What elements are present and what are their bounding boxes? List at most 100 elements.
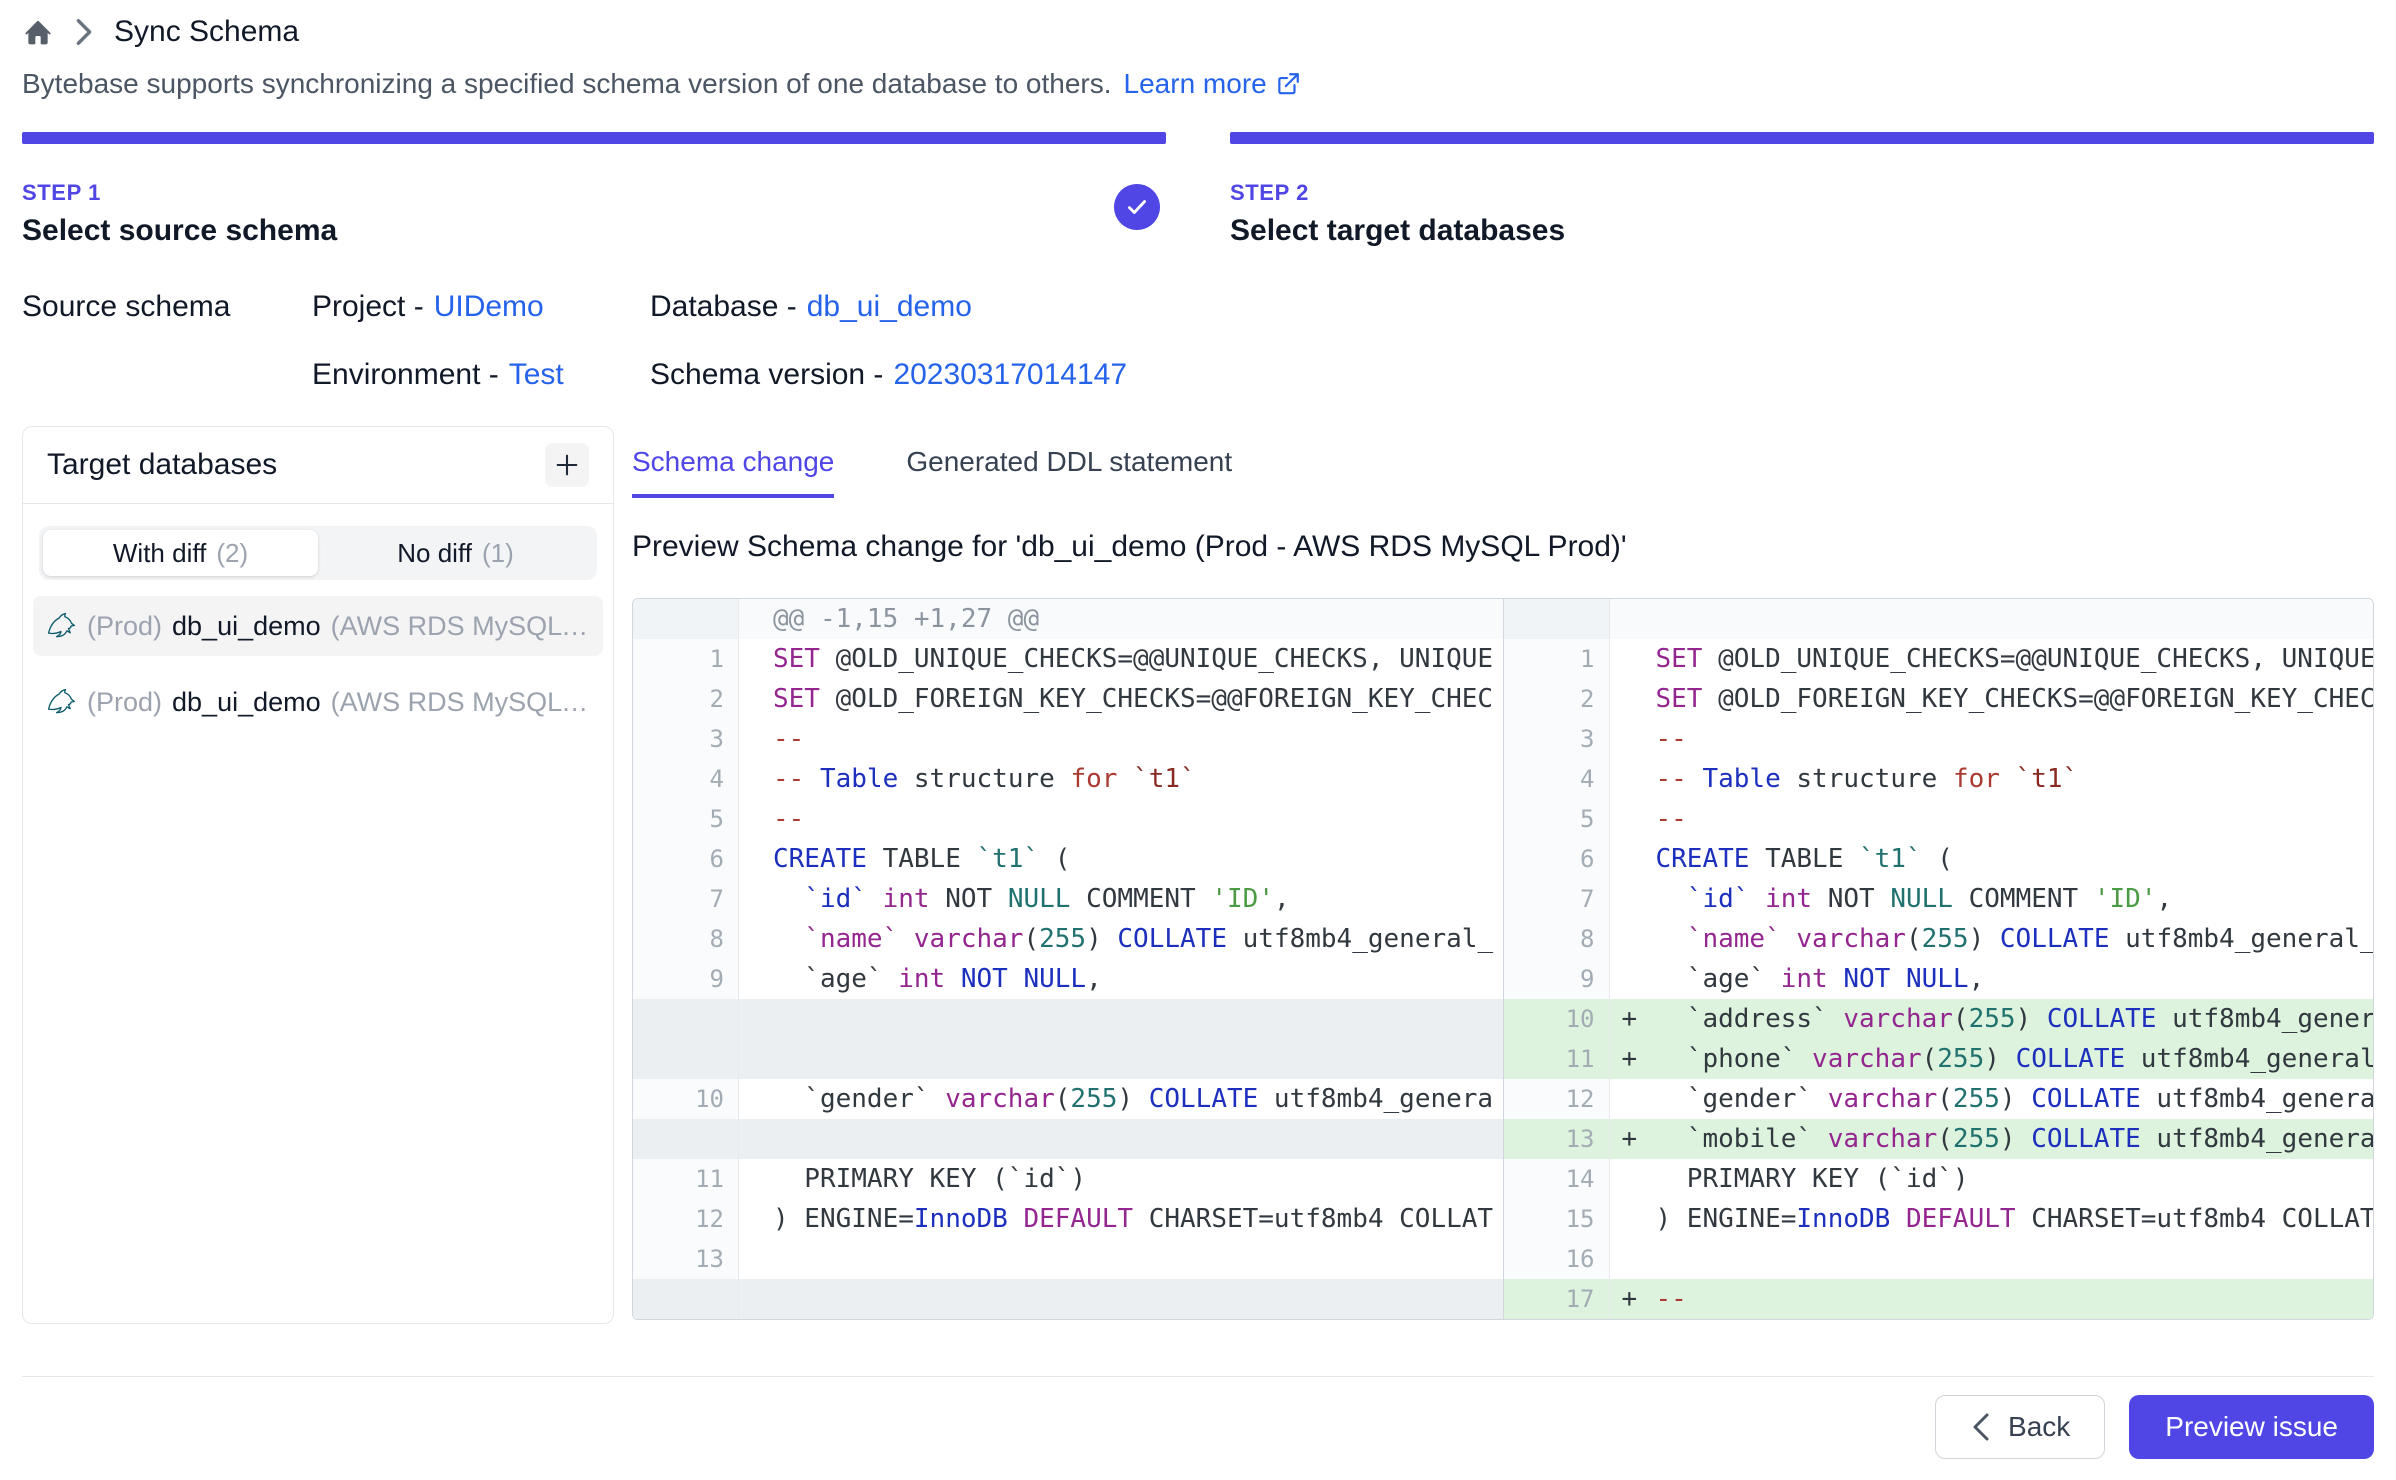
mysql-dolphin-icon [45,610,77,642]
code-line [1610,599,2374,639]
diff-section: Schema change Generated DDL statement Pr… [632,426,2374,1320]
line-number: 8 [633,919,739,959]
code-line: ) ENGINE=InnoDB DEFAULT CHARSET=utf8mb4 … [739,1199,1503,1239]
tab-with-diff[interactable]: With diff (2) [43,530,318,576]
line-number [633,599,739,639]
code-line: -- [1610,719,2374,759]
line-number: 17 [1503,1279,1610,1319]
line-number: 3 [633,719,739,759]
code-line: SET @OLD_FOREIGN_KEY_CHECKS=@@FOREIGN_KE… [1610,679,2374,719]
code-line [739,1239,1503,1279]
step-1-completed-badge [1114,184,1160,230]
line-number: 5 [1503,799,1610,839]
tab-generated-ddl[interactable]: Generated DDL statement [906,446,1232,498]
line-number: 15 [1503,1199,1610,1239]
line-number: 2 [1503,679,1610,719]
code-line: CREATE TABLE `t1` ( [739,839,1503,879]
step-1-label: STEP 1 [22,180,1166,206]
diff-row: 12) ENGINE=InnoDB DEFAULT CHARSET=utf8mb… [633,1199,2373,1239]
code-line [739,1039,1503,1079]
description-text: Bytebase supports synchronizing a specif… [22,68,1112,100]
code-line [1610,1239,2374,1279]
page-description: Bytebase supports synchronizing a specif… [22,68,2374,100]
step-2-progress-bar [1230,132,2374,144]
content-tabs: Schema change Generated DDL statement [632,446,2374,498]
line-number: 5 [633,799,739,839]
diff-row: 1SET @OLD_UNIQUE_CHECKS=@@UNIQUE_CHECKS,… [633,639,2373,679]
code-line: CREATE TABLE `t1` ( [1610,839,2374,879]
step-2: STEP 2 Select target databases [1230,132,2374,248]
code-line: `age` int NOT NULL, [1610,959,2374,999]
check-icon [1123,193,1151,221]
code-line: `name` varchar(255) COLLATE utf8mb4_gene… [739,919,1503,959]
code-line: `gender` varchar(255) COLLATE utf8mb4_ge… [739,1079,1503,1119]
line-number: 1 [1503,639,1610,679]
code-line: `id` int NOT NULL COMMENT 'ID', [1610,879,2374,919]
line-number [633,1039,739,1079]
step-2-title: Select target databases [1230,214,2374,248]
home-icon[interactable] [22,16,54,48]
line-number: 4 [1503,759,1610,799]
code-line: SET @OLD_UNIQUE_CHECKS=@@UNIQUE_CHECKS, … [739,639,1503,679]
add-target-database-button[interactable] [545,443,589,487]
breadcrumb-chevron-icon [74,17,94,47]
line-number [633,999,739,1039]
code-line: -- [739,719,1503,759]
line-number: 13 [633,1239,739,1279]
target-databases-panel: Target databases With diff (2) No diff (… [22,426,614,1324]
code-line: SET @OLD_FOREIGN_KEY_CHECKS=@@FOREIGN_KE… [739,679,1503,719]
code-line: -- Table structure for `t1` [1610,759,2374,799]
line-number: 14 [1503,1159,1610,1199]
breadcrumb: Sync Schema [22,0,2374,48]
target-db-item-2[interactable]: (Prod) db_ui_demo (AWS RDS MySQL Prod) [33,672,603,732]
preview-issue-button[interactable]: Preview issue [2129,1395,2374,1459]
code-line: ) ENGINE=InnoDB DEFAULT CHARSET=utf8mb4 … [1610,1199,2374,1239]
environment-link[interactable]: Test [509,358,564,391]
code-line: `age` int NOT NULL, [739,959,1503,999]
database-link[interactable]: db_ui_demo [807,290,972,323]
diff-viewer[interactable]: @@ -1,15 +1,27 @@1SET @OLD_UNIQUE_CHECKS… [632,598,2374,1320]
diff-row: 7 `id` int NOT NULL COMMENT 'ID',7 `id` … [633,879,2373,919]
line-number: 12 [1503,1079,1610,1119]
diff-row: 9 `age` int NOT NULL,9 `age` int NOT NUL… [633,959,2373,999]
code-line: `gender` varchar(255) COLLATE utf8mb4_ge… [1610,1079,2374,1119]
line-number: 1 [633,639,739,679]
source-field-environment: Environment -Test [312,358,650,392]
schema-version-link[interactable]: 20230317014147 [893,358,1127,391]
diff-row: 4-- Table structure for `t1`4-- Table st… [633,759,2373,799]
tab-schema-change[interactable]: Schema change [632,446,834,498]
step-2-label: STEP 2 [1230,180,2374,206]
code-line: --+ [1610,1279,2374,1319]
learn-more-link[interactable]: Learn more [1124,68,1301,100]
tab-no-diff[interactable]: No diff (1) [318,530,593,576]
diff-row: 6CREATE TABLE `t1` (6CREATE TABLE `t1` ( [633,839,2373,879]
plus-marker: + [1622,1119,1638,1159]
line-number: 11 [1503,1039,1610,1079]
diff-filter-segmented-control: With diff (2) No diff (1) [39,526,597,580]
target-db-item-1[interactable]: (Prod) db_ui_demo (AWS RDS MySQL Prod) [33,596,603,656]
code-line: -- [739,799,1503,839]
line-number [633,1119,739,1159]
diff-row: 10 `gender` varchar(255) COLLATE utf8mb4… [633,1079,2373,1119]
line-number: 8 [1503,919,1610,959]
line-number: 7 [633,879,739,919]
line-number: 6 [1503,839,1610,879]
source-field-schema-version: Schema version -20230317014147 [650,358,1127,392]
diff-row: 1316 [633,1239,2373,1279]
code-line: SET @OLD_UNIQUE_CHECKS=@@UNIQUE_CHECKS, … [1610,639,2374,679]
external-link-icon [1275,71,1301,97]
diff-row: 8 `name` varchar(255) COLLATE utf8mb4_ge… [633,919,2373,959]
code-line: `id` int NOT NULL COMMENT 'ID', [739,879,1503,919]
back-button[interactable]: Back [1935,1395,2105,1459]
line-number: 10 [633,1079,739,1119]
sync-schema-page: Sync Schema Bytebase supports synchroniz… [0,0,2396,1477]
preview-title: Preview Schema change for 'db_ui_demo (P… [632,530,2374,564]
mysql-dolphin-icon [45,686,77,718]
line-number: 6 [633,839,739,879]
target-panel-header: Target databases [23,427,613,504]
project-link[interactable]: UIDemo [434,290,544,323]
chevron-left-icon [1970,1412,1992,1442]
line-number: 10 [1503,999,1610,1039]
code-line: `phone` varchar(255) COLLATE utf8mb4_gen… [1610,1039,2374,1079]
line-number: 2 [633,679,739,719]
